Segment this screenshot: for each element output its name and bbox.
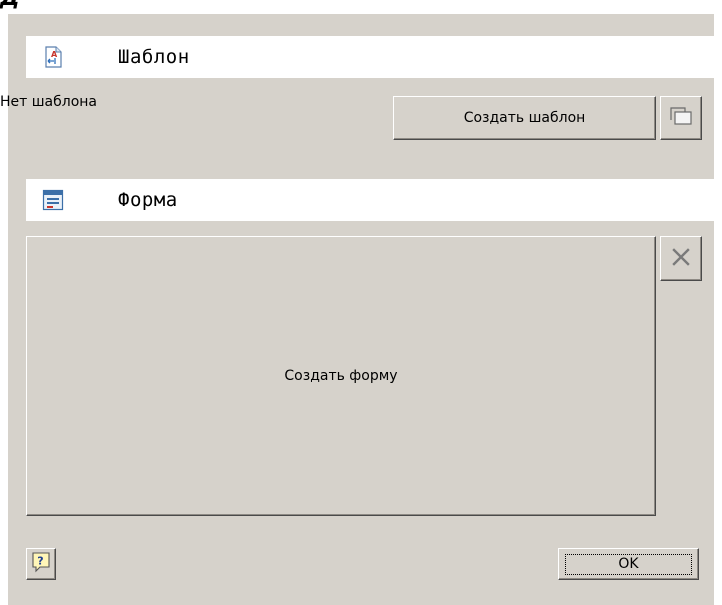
template-status-text: Нет шаблона xyxy=(0,94,98,110)
close-icon xyxy=(671,247,691,271)
create-template-button[interactable]: Создать шаблон xyxy=(393,96,656,140)
template-document-icon: A xyxy=(42,46,64,68)
copy-icon xyxy=(668,105,694,131)
svg-text:A: A xyxy=(51,50,58,59)
dialog-panel: A Шаблон Нет шаблона Создать шаблон Форм… xyxy=(0,14,714,605)
form-section-header: Форма xyxy=(26,179,714,221)
ok-button[interactable]: OK xyxy=(558,548,699,580)
window-title-text: Д xyxy=(0,0,20,10)
create-form-button[interactable]: Создать форму xyxy=(26,236,656,516)
template-section-header: A Шаблон xyxy=(26,36,714,78)
ok-focus-rect: OK xyxy=(565,553,692,575)
copy-template-button[interactable] xyxy=(660,96,702,140)
create-template-button-label: Создать шаблон xyxy=(463,110,586,126)
svg-text:?: ? xyxy=(37,555,43,568)
template-section-title: Шаблон xyxy=(118,46,190,68)
window-title-fragment: Д xyxy=(0,0,40,10)
form-window-icon xyxy=(42,189,64,211)
help-button[interactable]: ? xyxy=(26,548,56,580)
form-section-title: Форма xyxy=(118,189,178,211)
help-icon: ? xyxy=(31,551,51,577)
create-form-label: Создать форму xyxy=(284,368,398,384)
ok-button-label: OK xyxy=(618,556,639,572)
delete-form-button[interactable] xyxy=(660,236,702,281)
